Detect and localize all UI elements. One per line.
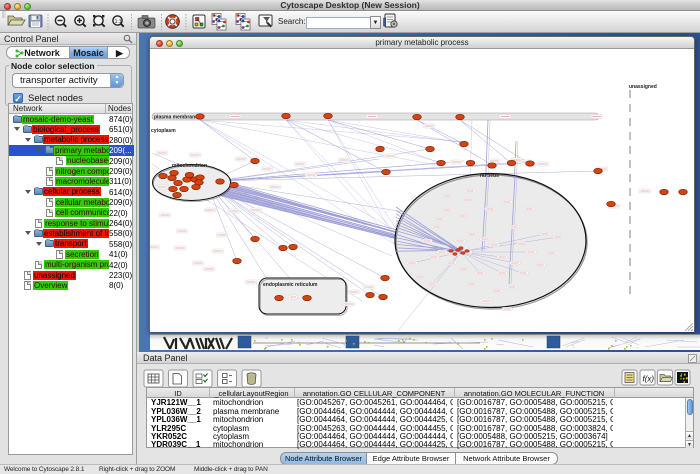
svg-text:1:1: 1:1 [115, 19, 122, 25]
svg-text:nucleus: nucleus [480, 173, 499, 179]
svg-text:cytoplasm: cytoplasm [151, 128, 176, 134]
svg-text:mitochondrion: mitochondrion [172, 163, 207, 169]
svg-text:unassigned: unassigned [629, 84, 657, 90]
svg-text:f(x): f(x) [643, 375, 655, 384]
svg-text:endoplasmic reticulum: endoplasmic reticulum [263, 282, 318, 288]
svg-text:plasma membrane: plasma membrane [154, 114, 198, 120]
